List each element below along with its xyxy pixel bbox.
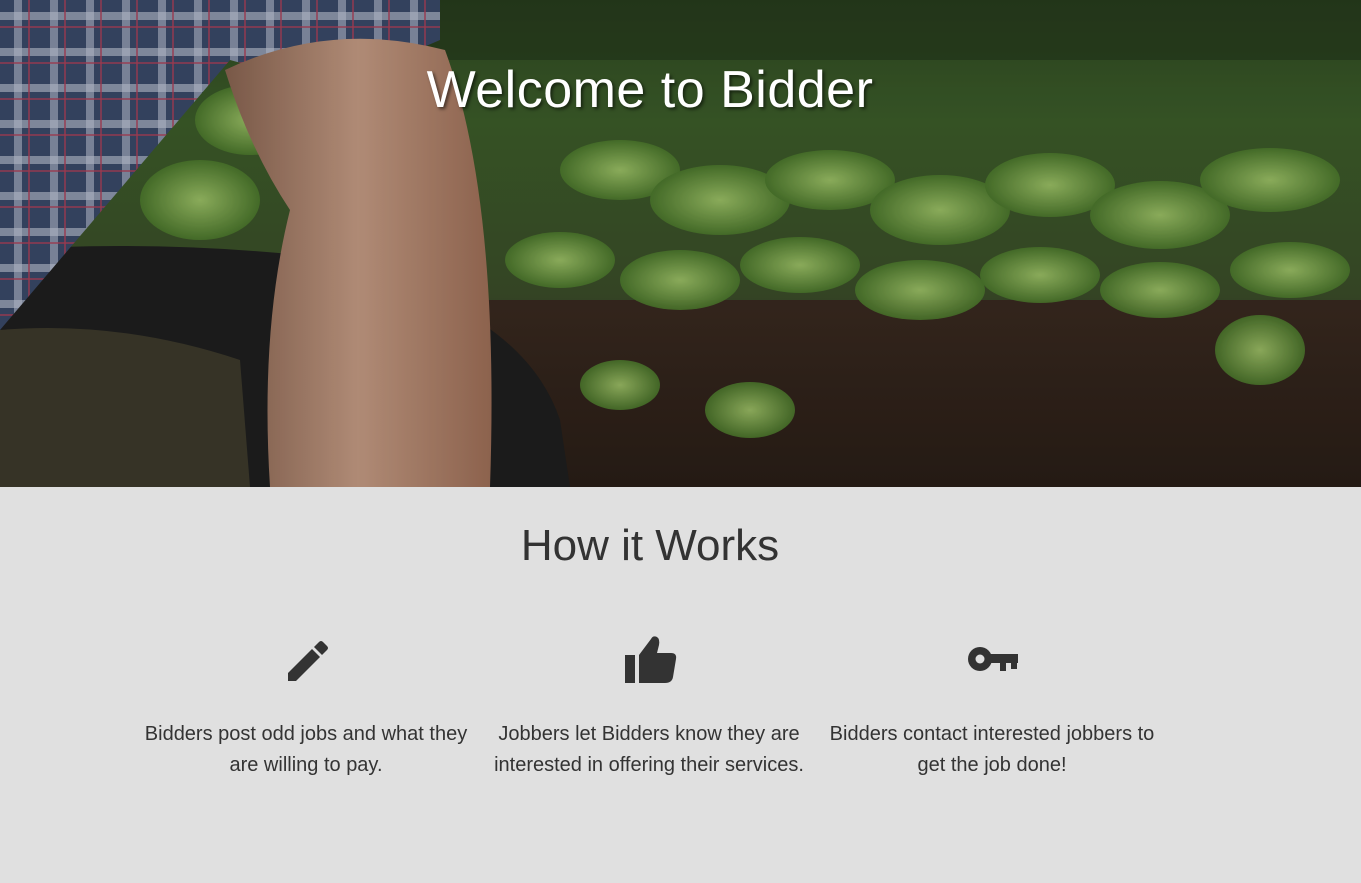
hero-banner: Welcome to Bidder	[0, 0, 1361, 487]
step-post-jobs: Bidders post odd jobs and what they are …	[141, 627, 471, 781]
thumbs-up-icon	[625, 636, 677, 683]
key-icon	[968, 647, 1018, 671]
step-text: Jobbers let Bidders know they are intere…	[494, 723, 804, 776]
section-title: How it Works	[520, 521, 780, 570]
step-contact-jobbers: Bidders contact interested jobbers to ge…	[827, 627, 1157, 781]
how-it-works-section: How it Works Bidders post odd jobs and w…	[0, 487, 1361, 883]
pencil-icon	[288, 641, 328, 681]
step-text: Bidders post odd jobs and what they are …	[144, 723, 468, 776]
step-express-interest: Jobbers let Bidders know they are intere…	[484, 627, 814, 781]
step-text: Bidders contact interested jobbers to ge…	[829, 723, 1155, 776]
hero-title: Welcome to Bidder	[426, 61, 874, 119]
